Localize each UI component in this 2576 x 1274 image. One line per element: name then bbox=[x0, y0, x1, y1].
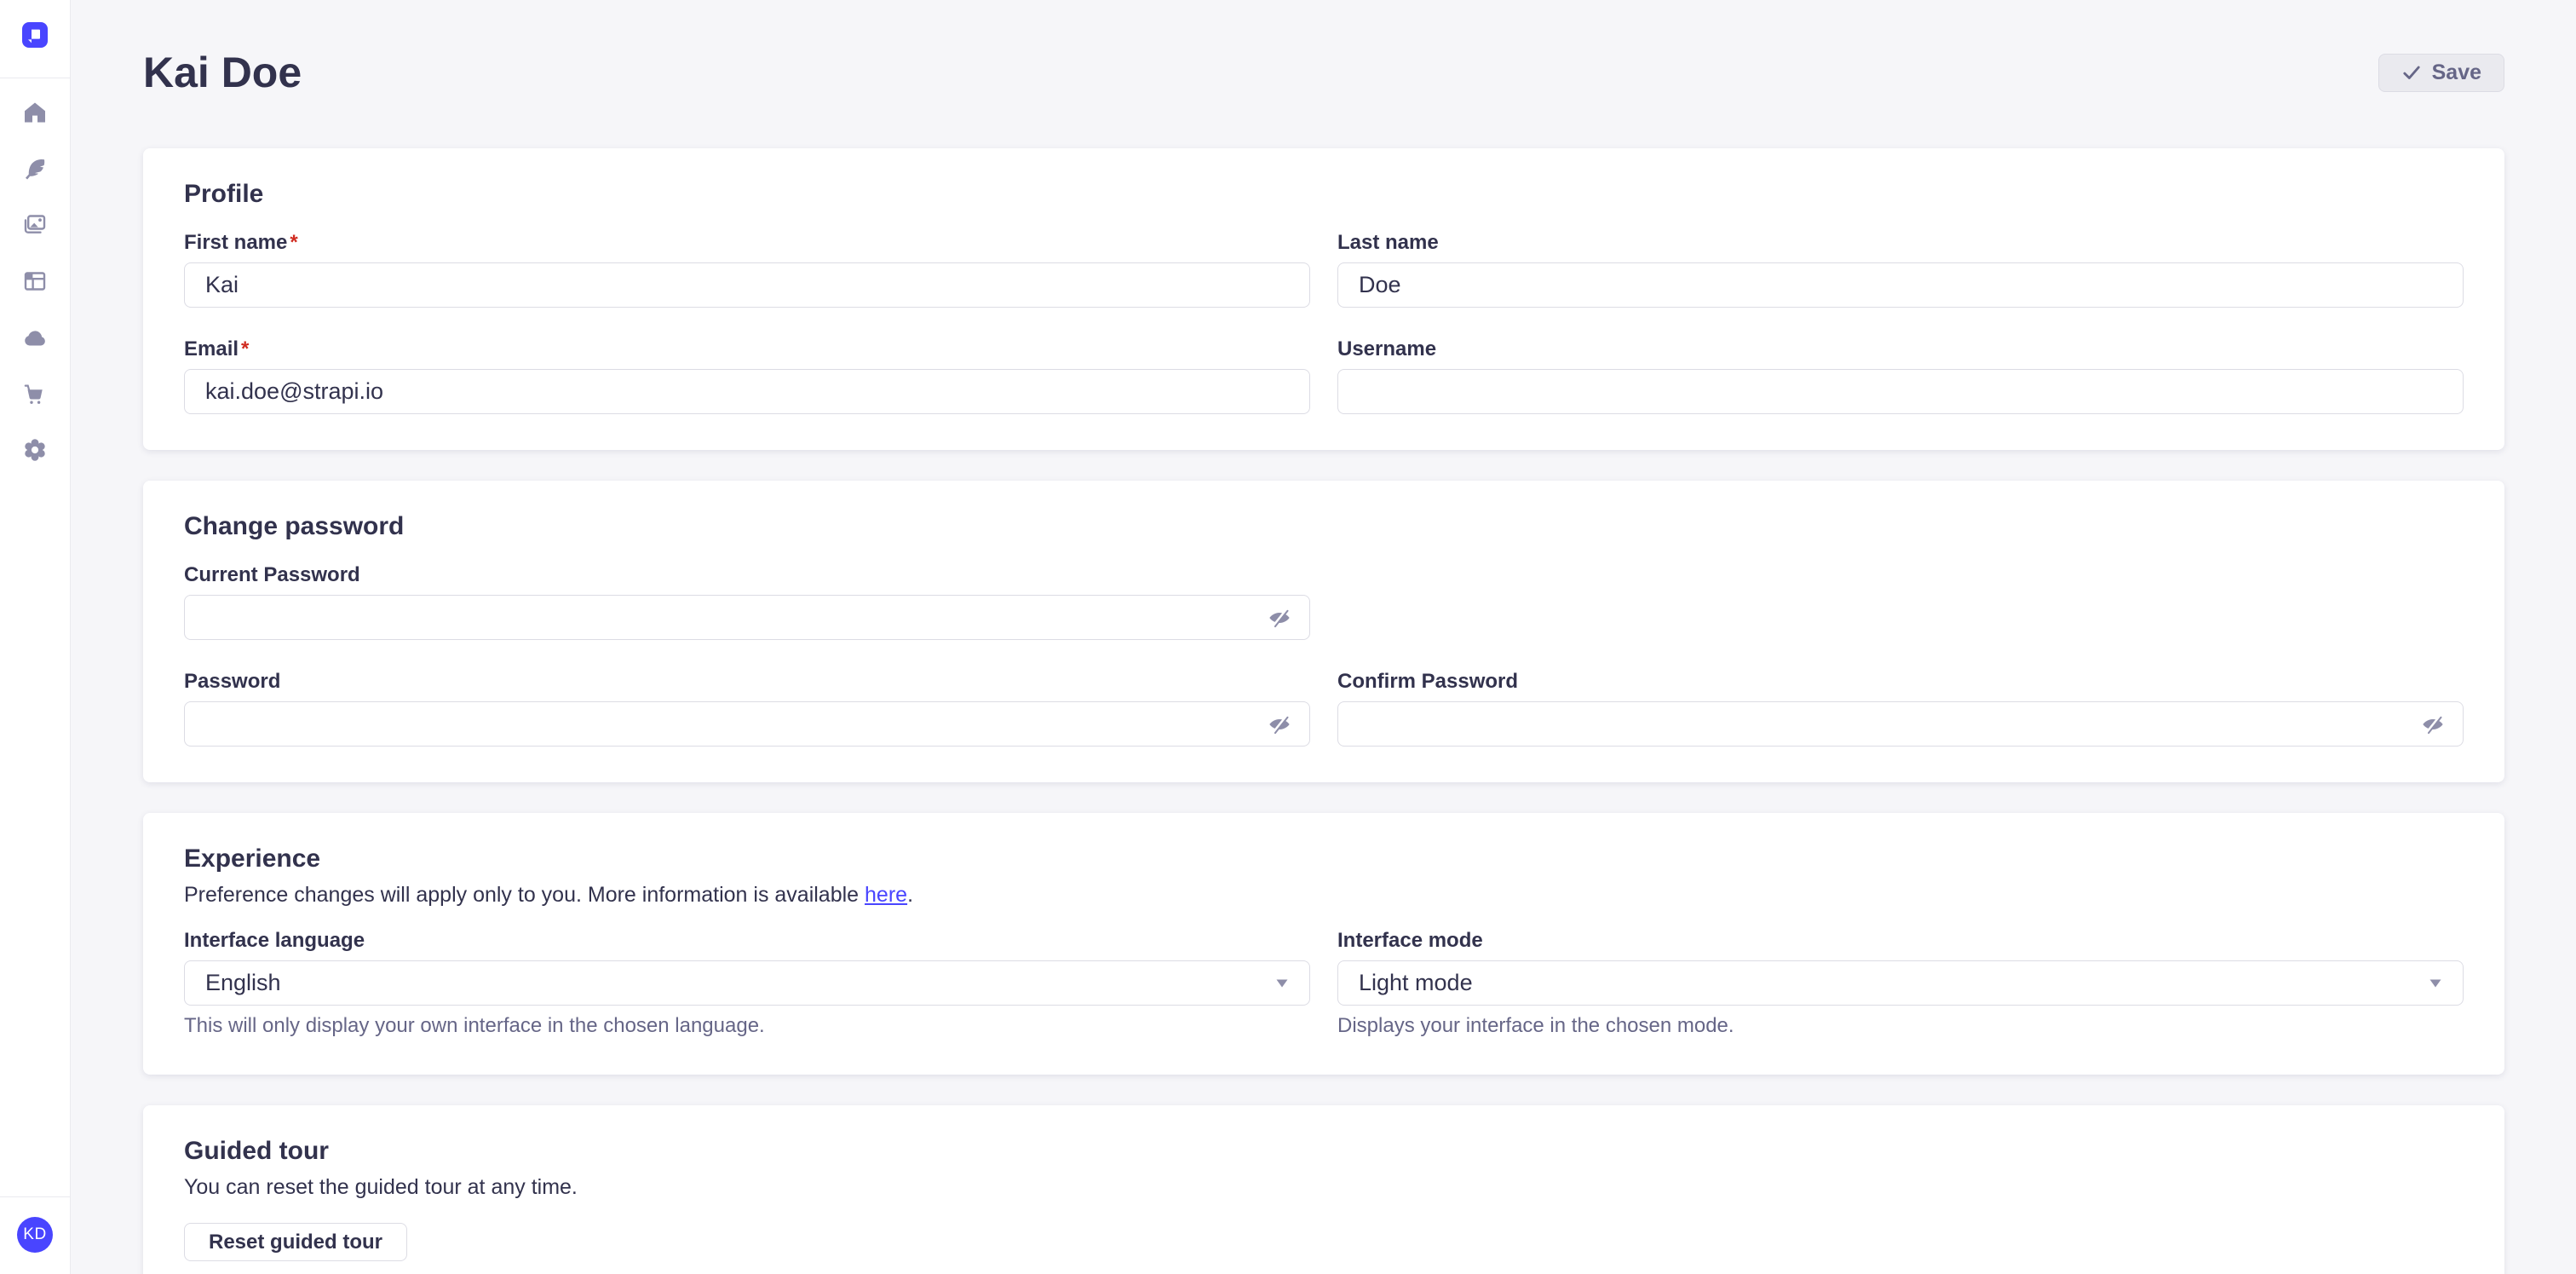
sidebar: KD bbox=[0, 0, 71, 1274]
confirm-password-input-wrap bbox=[1337, 701, 2464, 747]
last-name-field: Last name bbox=[1337, 230, 2464, 308]
cart-icon bbox=[22, 381, 48, 406]
sidebar-item-content[interactable] bbox=[22, 156, 48, 182]
email-input[interactable] bbox=[184, 369, 1310, 414]
experience-card: Experience Preference changes will apply… bbox=[143, 813, 2504, 1075]
current-password-input[interactable] bbox=[184, 595, 1310, 640]
interface-mode-hint: Displays your interface in the chosen mo… bbox=[1337, 1013, 2464, 1039]
page-title: Kai Doe bbox=[143, 44, 302, 101]
interface-language-hint: This will only display your own interfac… bbox=[184, 1013, 1310, 1039]
toggle-new-password-visibility-button[interactable] bbox=[1262, 707, 1297, 741]
toggle-confirm-password-visibility-button[interactable] bbox=[2416, 707, 2450, 741]
strapi-logo[interactable] bbox=[22, 22, 48, 48]
sidebar-item-deploy[interactable] bbox=[22, 325, 48, 350]
change-password-heading: Change password bbox=[184, 510, 2464, 544]
profile-card: Profile First name* Last name Email* Use… bbox=[143, 148, 2504, 450]
save-button[interactable]: Save bbox=[2378, 54, 2504, 92]
first-name-field: First name* bbox=[184, 230, 1310, 308]
sidebar-item-builder[interactable] bbox=[22, 268, 48, 294]
interface-language-field: Interface language English This will onl… bbox=[184, 928, 1310, 1039]
chevron-down-icon bbox=[2429, 978, 2442, 989]
current-password-field: Current Password bbox=[184, 562, 1310, 640]
new-password-input-wrap bbox=[184, 701, 1310, 747]
reset-guided-tour-button[interactable]: Reset guided tour bbox=[184, 1223, 407, 1261]
interface-language-label: Interface language bbox=[184, 928, 1310, 953]
experience-description-period: . bbox=[907, 883, 913, 907]
current-password-input-wrap bbox=[184, 595, 1310, 640]
confirm-password-input[interactable] bbox=[1337, 701, 2464, 747]
eye-slash-icon bbox=[2421, 712, 2445, 736]
email-label-text: Email bbox=[184, 337, 239, 360]
experience-heading: Experience bbox=[184, 842, 2464, 876]
experience-description: Preference changes will apply only to yo… bbox=[184, 881, 2464, 909]
layout-icon bbox=[22, 268, 48, 294]
cloud-icon bbox=[22, 325, 48, 350]
username-label: Username bbox=[1337, 337, 2464, 361]
gear-icon bbox=[22, 437, 48, 463]
eye-slash-icon bbox=[1268, 606, 1291, 630]
username-field: Username bbox=[1337, 337, 2464, 414]
interface-language-select[interactable]: English bbox=[184, 960, 1310, 1006]
username-input[interactable] bbox=[1337, 369, 2464, 414]
toggle-current-password-visibility-button[interactable] bbox=[1262, 601, 1297, 635]
guided-tour-card: Guided tour You can reset the guided tou… bbox=[143, 1105, 2504, 1274]
email-field: Email* bbox=[184, 337, 1310, 414]
required-marker: * bbox=[290, 231, 297, 254]
check-icon bbox=[2401, 62, 2422, 83]
last-name-label: Last name bbox=[1337, 230, 2464, 255]
experience-fields-grid: Interface language English This will onl… bbox=[184, 928, 2464, 1039]
save-button-label: Save bbox=[2432, 61, 2481, 85]
profile-heading: Profile bbox=[184, 177, 2464, 211]
chevron-down-icon bbox=[1275, 978, 1289, 989]
guided-tour-heading: Guided tour bbox=[184, 1134, 2464, 1168]
interface-mode-label: Interface mode bbox=[1337, 928, 2464, 953]
change-password-card: Change password Current Password Pas bbox=[143, 481, 2504, 782]
sidebar-nav bbox=[22, 100, 48, 1196]
profile-fields-grid: First name* Last name Email* Username bbox=[184, 230, 2464, 414]
sidebar-item-media[interactable] bbox=[22, 212, 48, 238]
experience-description-text: Preference changes will apply only to yo… bbox=[184, 883, 865, 907]
eye-slash-icon bbox=[1268, 712, 1291, 736]
password-fields-grid: Current Password Password bbox=[184, 562, 2464, 747]
more-information-link[interactable]: here bbox=[865, 883, 907, 907]
interface-mode-field: Interface mode Light mode Displays your … bbox=[1337, 928, 2464, 1039]
interface-mode-select[interactable]: Light mode bbox=[1337, 960, 2464, 1006]
feather-icon bbox=[22, 156, 48, 182]
confirm-password-label: Confirm Password bbox=[1337, 669, 2464, 694]
sidebar-footer: KD bbox=[0, 1196, 70, 1274]
first-name-label: First name* bbox=[184, 230, 1310, 255]
new-password-field: Password bbox=[184, 669, 1310, 747]
first-name-input[interactable] bbox=[184, 262, 1310, 308]
guided-tour-text: You can reset the guided tour at any tim… bbox=[184, 1173, 2464, 1201]
strapi-logo-icon bbox=[22, 22, 48, 48]
current-password-label: Current Password bbox=[184, 562, 1310, 587]
page-header: Kai Doe Save bbox=[143, 44, 2504, 101]
new-password-label: Password bbox=[184, 669, 1310, 694]
images-icon bbox=[22, 212, 48, 238]
email-label: Email* bbox=[184, 337, 1310, 361]
first-name-label-text: First name bbox=[184, 231, 287, 254]
required-marker: * bbox=[241, 337, 249, 360]
sidebar-item-settings[interactable] bbox=[22, 437, 48, 463]
interface-language-value: English bbox=[205, 970, 281, 996]
last-name-input[interactable] bbox=[1337, 262, 2464, 308]
divider bbox=[0, 1196, 71, 1197]
main-content: Kai Doe Save Profile First name* Last na… bbox=[71, 0, 2576, 1274]
sidebar-item-marketplace[interactable] bbox=[22, 381, 48, 406]
user-avatar[interactable]: KD bbox=[17, 1217, 53, 1253]
home-icon bbox=[22, 100, 48, 125]
interface-mode-value: Light mode bbox=[1359, 970, 1473, 996]
new-password-input[interactable] bbox=[184, 701, 1310, 747]
sidebar-item-home[interactable] bbox=[22, 100, 48, 125]
confirm-password-field: Confirm Password bbox=[1337, 669, 2464, 747]
